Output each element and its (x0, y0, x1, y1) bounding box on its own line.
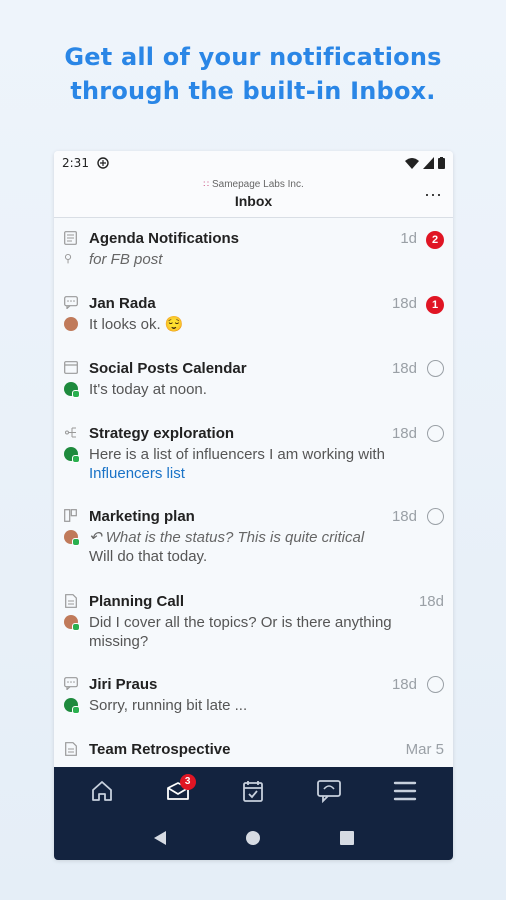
mark-read-button[interactable] (427, 508, 444, 525)
calendar-icon (63, 361, 78, 376)
page-title: Inbox (234, 193, 273, 209)
status-bar: 2:31 (54, 151, 453, 175)
item-preview: Sorry, running bit late ... (89, 697, 248, 714)
item-preview: for FB post (89, 251, 163, 268)
inbox-list[interactable]: Agenda Notifications 1d 2 ⚲ for FB post … (54, 218, 453, 767)
sync-icon (97, 157, 109, 169)
item-date: 18d (418, 593, 444, 610)
list-item[interactable]: Social Posts Calendar 18d It's today at … (54, 348, 453, 413)
item-date: 18d (391, 295, 417, 312)
item-date: 1d (400, 230, 417, 247)
item-preview-continued: missing? (89, 633, 149, 650)
item-date: 18d (391, 425, 417, 442)
item-title: Team Retrospective (89, 741, 231, 758)
list-item[interactable]: Jiri Praus 18d Sorry, running bit late .… (54, 664, 453, 729)
item-preview: Will do that today. (89, 548, 208, 565)
avatar (64, 615, 80, 631)
list-item[interactable]: Team Retrospective Mar 5 (54, 729, 453, 767)
status-time: 2:31 (62, 156, 89, 170)
unread-badge: 2 (426, 231, 444, 249)
menu-tab[interactable] (385, 771, 425, 811)
mark-read-button[interactable] (427, 360, 444, 377)
item-quote: What is the status? This is quite critic… (105, 529, 365, 546)
item-title: Marketing plan (89, 508, 195, 525)
item-date: Mar 5 (405, 741, 444, 758)
inbox-count-badge: 3 (179, 774, 196, 790)
list-item[interactable]: Planning Call 18d Did I cover all the to… (54, 581, 453, 664)
avatar (64, 317, 78, 331)
agenda-icon (63, 231, 78, 246)
item-date: 18d (391, 360, 417, 377)
pin-icon: ⚲ (64, 253, 73, 265)
item-preview: Here is a list of influencers I am worki… (89, 446, 385, 463)
signal-icon (423, 157, 434, 169)
item-title: Jiri Praus (89, 676, 158, 693)
avatar (64, 382, 80, 398)
calendar-tab[interactable] (233, 771, 273, 811)
list-item[interactable]: Strategy exploration 18d Here is a list … (54, 413, 453, 496)
home-circle-icon[interactable] (245, 830, 261, 846)
item-date: 18d (391, 676, 417, 693)
list-item[interactable]: Marketing plan 18d ↶ What is the status?… (54, 496, 453, 581)
item-date: 18d (391, 508, 417, 525)
item-title: Planning Call (89, 593, 185, 610)
item-title: Jan Rada (89, 295, 156, 312)
mindmap-icon (63, 426, 78, 441)
reply-icon: ↶ (89, 529, 102, 546)
bottom-navigation: 3 (54, 767, 453, 860)
document-icon (63, 594, 78, 609)
headline-line-1: Get all of your notifications (64, 43, 442, 71)
inbox-tab[interactable]: 3 (158, 771, 198, 811)
wifi-icon (405, 158, 419, 169)
item-preview: It looks ok. 😌 (89, 316, 184, 333)
headline: Get all of your notifications through th… (0, 40, 506, 108)
item-title: Social Posts Calendar (89, 360, 247, 377)
board-icon (63, 509, 78, 524)
avatar (64, 530, 80, 546)
document-icon (63, 742, 78, 757)
influencers-list-link[interactable]: Influencers list (89, 465, 185, 482)
headline-line-2: through the built-in Inbox. (70, 77, 436, 105)
avatar (64, 447, 80, 463)
chat-tab[interactable] (309, 771, 349, 811)
samepage-logo-icon: ∷ (203, 179, 209, 189)
chat-icon (317, 780, 342, 803)
item-title: Strategy exploration (89, 425, 235, 442)
list-item[interactable]: Jan Rada 18d 1 It looks ok. 😌 (54, 283, 453, 348)
app-bar: ∷ Samepage Labs Inc. Inbox ⋯ (54, 175, 453, 218)
calendar-check-icon (243, 781, 264, 802)
list-item[interactable]: Agenda Notifications 1d 2 ⚲ for FB post (54, 218, 453, 283)
phone-screen: 2:31 ∷ Samepage Labs Inc. Inbox ⋯ Agenda … (54, 151, 453, 860)
unread-badge: 1 (426, 296, 444, 314)
avatar (64, 698, 80, 714)
recents-icon[interactable] (339, 830, 354, 845)
item-title: Agenda Notifications (89, 230, 240, 247)
more-options-button[interactable]: ⋯ (424, 185, 442, 206)
home-tab[interactable] (82, 771, 122, 811)
item-preview: It's today at noon. (89, 381, 207, 398)
home-icon (91, 781, 112, 801)
hamburger-icon (393, 781, 417, 801)
workspace-name[interactable]: ∷ Samepage Labs Inc. (54, 175, 453, 191)
mark-read-button[interactable] (427, 676, 444, 693)
back-icon[interactable] (153, 830, 167, 846)
chat-icon (63, 296, 78, 311)
battery-icon (438, 157, 445, 169)
chat-icon (63, 677, 78, 692)
mark-read-button[interactable] (427, 425, 444, 442)
item-preview: Did I cover all the topics? Or is there … (89, 614, 392, 631)
